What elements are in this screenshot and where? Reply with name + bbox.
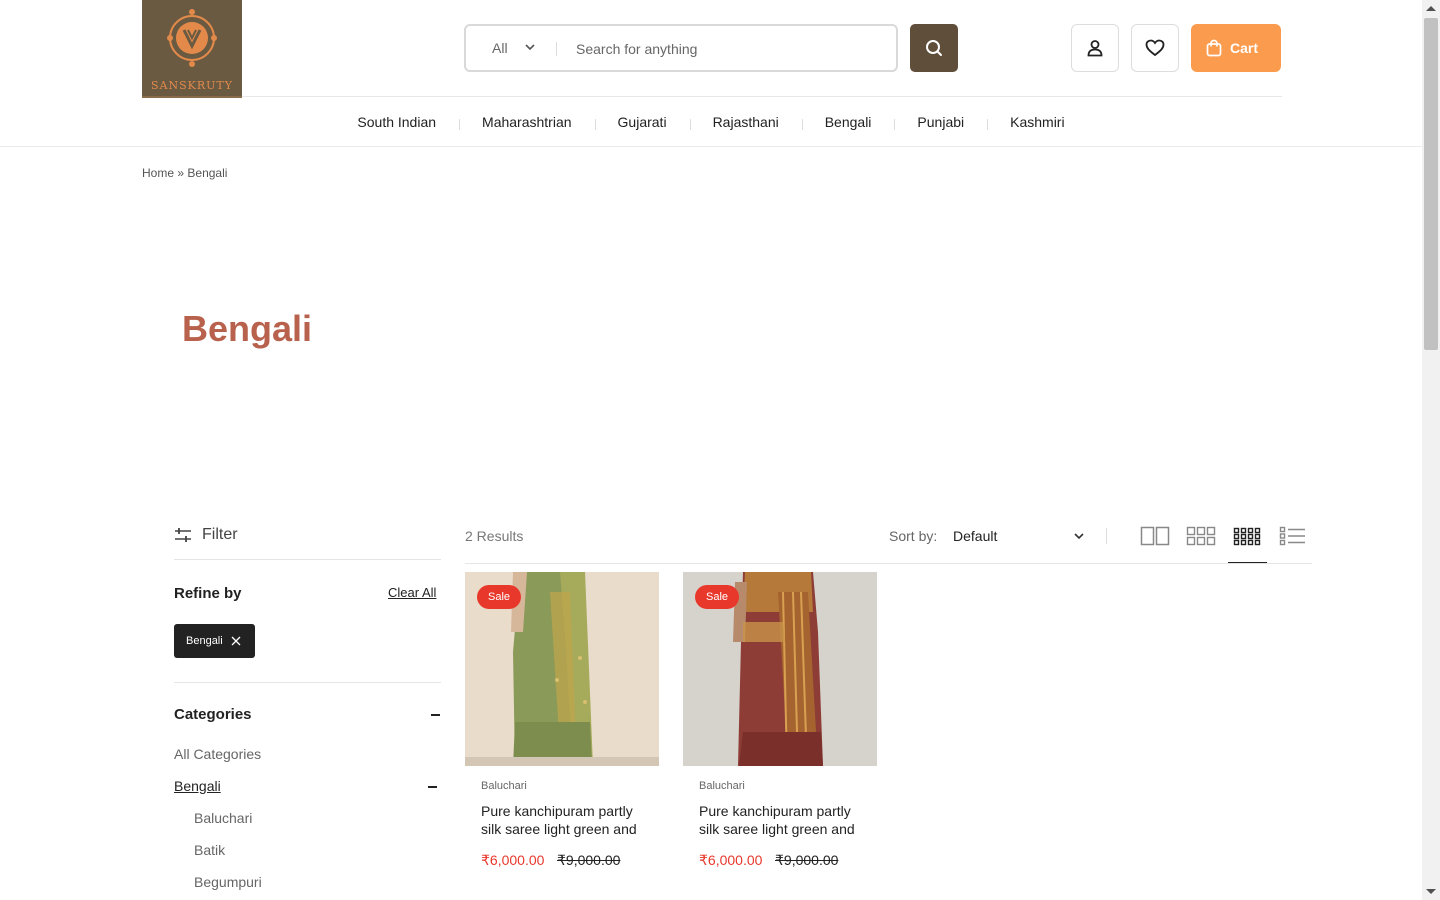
sidebar-divider (174, 559, 441, 560)
wishlist-button[interactable] (1131, 24, 1179, 72)
chevron-down-icon (525, 44, 535, 51)
main-nav: South Indian Maharashtrian Gujarati Raja… (0, 110, 1422, 134)
search-category-select[interactable]: All (492, 40, 508, 56)
logo-text: SANSKRUTY (150, 79, 233, 92)
nav-item-bengali[interactable]: Bengali (801, 114, 895, 130)
page-scrollbar[interactable] (1422, 0, 1440, 900)
scroll-down-arrow-icon[interactable] (1426, 889, 1436, 894)
cart-label: Cart (1230, 40, 1259, 56)
close-icon[interactable] (231, 636, 241, 646)
product-old-price: ₹9,000.00 (775, 852, 839, 868)
grid-2-columns-icon[interactable] (1140, 524, 1170, 548)
cart-button[interactable]: Cart (1191, 24, 1281, 72)
heart-icon (1145, 39, 1165, 57)
collapse-categories-icon[interactable] (431, 714, 440, 716)
collapse-bengali-icon[interactable] (428, 786, 437, 788)
list-view-icon[interactable] (1279, 524, 1307, 548)
filter-sliders-icon (175, 528, 191, 542)
breadcrumb-separator: » (177, 166, 185, 180)
filter-label: Filter (202, 526, 238, 543)
sale-badge: Sale (477, 585, 521, 609)
nav-item-rajasthani[interactable]: Rajasthani (689, 114, 802, 130)
search-input[interactable] (566, 34, 886, 64)
product-price: ₹6,000.00 (481, 852, 545, 868)
product-old-price: ₹9,000.00 (557, 852, 621, 868)
account-button[interactable] (1071, 24, 1119, 72)
nav-item-south-indian[interactable]: South Indian (334, 114, 459, 130)
search-divider (556, 42, 557, 56)
filter-toggle[interactable]: Filter (174, 526, 238, 544)
clear-all-link[interactable]: Clear All (388, 585, 436, 600)
grid-4-columns-icon[interactable] (1233, 524, 1261, 548)
chevron-down-icon (1074, 533, 1084, 540)
product-category[interactable]: Baluchari (699, 780, 745, 792)
product-card: Sale Baluchari Pure kanchipuram partly s… (465, 572, 659, 868)
grid-3-columns-icon[interactable] (1186, 524, 1216, 548)
nav-item-punjabi[interactable]: Punjabi (894, 114, 987, 130)
sort-select[interactable]: Default (953, 528, 1085, 546)
breadcrumb-home[interactable]: Home (142, 166, 174, 180)
active-filter-label: Bengali (186, 635, 223, 647)
breadcrumb: Home » Bengali (142, 166, 227, 180)
sort-value: Default (953, 528, 998, 544)
search-bar: All (464, 24, 898, 72)
scrollbar-thumb[interactable] (1424, 18, 1438, 350)
category-bengali[interactable]: Bengali (174, 778, 221, 794)
logo-emblem-icon (167, 9, 217, 67)
nav-item-kashmiri[interactable]: Kashmiri (987, 114, 1087, 130)
category-batik[interactable]: Batik (194, 842, 225, 858)
nav-item-maharashtrian[interactable]: Maharashtrian (459, 114, 595, 130)
search-button[interactable] (910, 24, 958, 72)
product-image[interactable]: Sale (683, 572, 877, 766)
product-category[interactable]: Baluchari (481, 780, 527, 792)
nav-item-gujarati[interactable]: Gujarati (594, 114, 690, 130)
scroll-up-arrow-icon[interactable] (1426, 6, 1436, 11)
breadcrumb-current: Bengali (187, 166, 228, 180)
refine-by-heading: Refine by (174, 585, 242, 602)
shopping-bag-icon (1206, 39, 1222, 57)
product-title[interactable]: Pure kanchipuram partly silk saree light… (481, 802, 651, 838)
category-begumpuri[interactable]: Begumpuri (194, 874, 262, 890)
category-baluchari[interactable]: Baluchari (194, 810, 252, 826)
categories-heading: Categories (174, 706, 252, 723)
product-card: Sale Baluchari Pure kanchipuram partly s… (683, 572, 877, 868)
results-count: 2 Results (465, 528, 524, 544)
sidebar-divider (174, 682, 441, 683)
product-title[interactable]: Pure kanchipuram partly silk saree light… (699, 802, 869, 838)
sort-label: Sort by: (889, 528, 938, 544)
product-image[interactable]: Sale (465, 572, 659, 766)
sale-badge: Sale (695, 585, 739, 609)
nav-divider (0, 146, 1422, 147)
header-divider (242, 96, 1282, 97)
toolbar-underline (465, 563, 1312, 564)
user-icon (1087, 40, 1103, 57)
brand-logo[interactable]: SANSKRUTY (142, 0, 242, 98)
search-icon (926, 40, 942, 56)
page-title: Bengali (182, 308, 313, 349)
category-all[interactable]: All Categories (174, 746, 261, 762)
toolbar-divider (1106, 528, 1107, 544)
active-filter-chip[interactable]: Bengali (174, 624, 255, 658)
product-price: ₹6,000.00 (699, 852, 763, 868)
